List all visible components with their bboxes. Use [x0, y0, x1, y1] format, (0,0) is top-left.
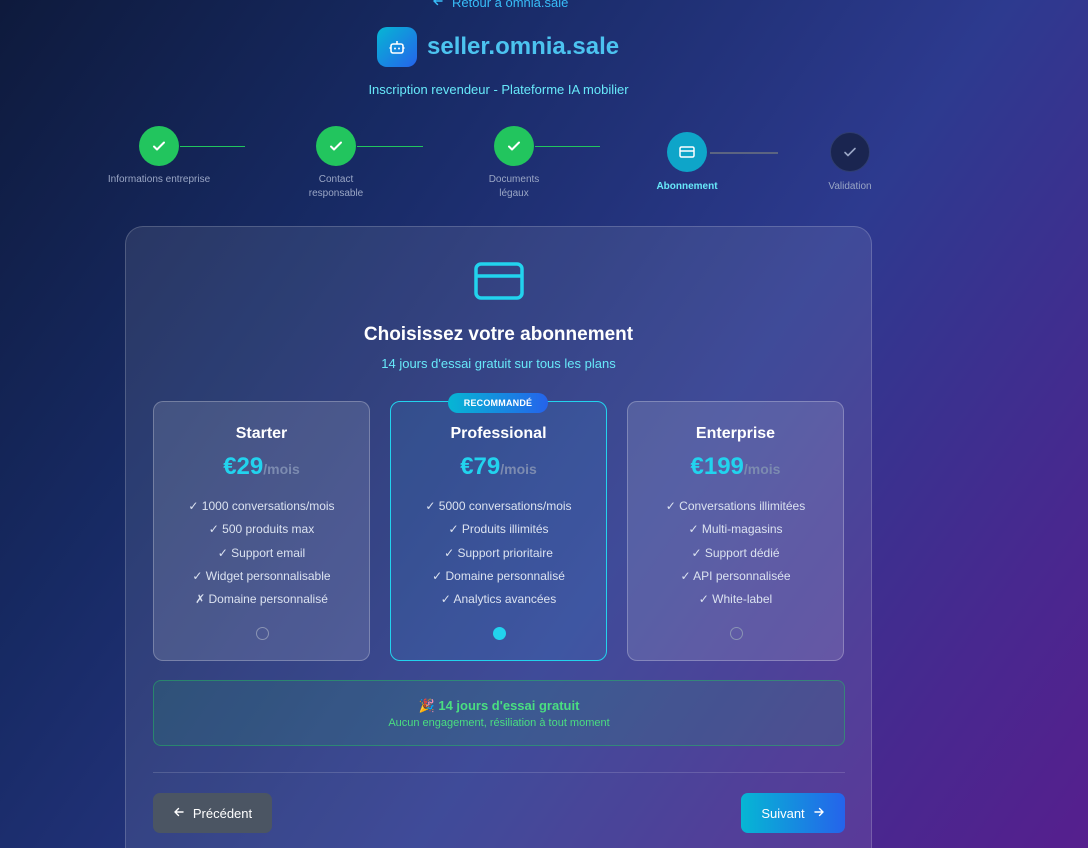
plan-price: €79/mois — [391, 453, 606, 481]
recommended-badge: RECOMMANDÉ — [448, 393, 548, 413]
plan-starter[interactable]: Starter €29/mois ✓ 1000 conversations/mo… — [153, 401, 370, 661]
step-validation: Validation — [795, 132, 905, 194]
previous-button[interactable]: Précédent — [153, 793, 272, 833]
plan-name: Starter — [235, 425, 288, 442]
step-informations: Informations entreprise — [104, 126, 214, 187]
plan-price: €199/mois — [628, 453, 843, 481]
plan-features: ✓ 1000 conversations/mois ✓ 500 produits… — [154, 499, 369, 615]
step-label: Informations entreprise — [107, 174, 211, 185]
check-icon — [139, 126, 179, 166]
credit-card-icon — [473, 261, 525, 306]
plan-price-amount: €199 — [690, 453, 744, 480]
plan-price: €29/mois — [154, 453, 369, 481]
plan-feature: ✓ API personnalisée — [680, 568, 791, 583]
plan-feature: ✓ Domaine personnalisé — [432, 568, 565, 583]
plan-price-amount: €29 — [223, 453, 264, 480]
plan-price-period: /mois — [743, 461, 781, 477]
divider — [153, 772, 845, 773]
plan-price-amount: €79 — [460, 453, 501, 480]
plan-enterprise[interactable]: Enterprise €199/mois ✓ Conversations ill… — [627, 401, 844, 661]
plan-feature: ✓ Support prioritaire — [444, 545, 553, 560]
robot-icon — [377, 27, 417, 67]
step-label: Documents légaux — [488, 174, 540, 199]
plan-feature: ✓ Support email — [217, 545, 306, 560]
next-button[interactable]: Suivant — [741, 793, 845, 833]
trial-banner: 🎉 14 jours d'essai gratuit Aucun engagem… — [153, 680, 845, 746]
credit-card-icon — [667, 132, 707, 172]
plan-price-period: /mois — [263, 461, 300, 477]
check-icon — [830, 132, 870, 172]
plan-name: Professional — [450, 425, 547, 442]
plan-feature: ✓ 500 produits max — [208, 522, 315, 537]
next-button-label: Suivant — [761, 805, 805, 821]
plan-feature: ✓ Widget personnalisable — [192, 568, 331, 583]
arrow-right-icon — [813, 806, 825, 821]
plan-price-period: /mois — [500, 461, 537, 477]
step-contact: Contact responsable — [281, 126, 391, 201]
plan-feature: ✓ Support dédié — [691, 545, 780, 560]
back-link[interactable]: Retour à omnia.sale — [432, 0, 568, 10]
arrow-left-icon — [432, 0, 444, 10]
plan-feature: ✓ 5000 conversations/mois — [425, 499, 572, 513]
plan-feature: ✗ Domaine personnalisé — [195, 592, 328, 607]
step-documents: Documents légaux — [459, 126, 569, 201]
card-subtitle: 14 jours d'essai gratuit sur tous les pl… — [381, 356, 616, 371]
plan-feature: ✓ Multi-magasins — [688, 522, 783, 537]
plan-professional[interactable]: RECOMMANDÉ Professional €79/mois ✓ 5000 … — [390, 393, 607, 661]
brand-name: seller.omnia.sale — [427, 33, 620, 60]
plan-features: ✓ Conversations illimitées ✓ Multi-magas… — [628, 499, 843, 615]
plan-radio[interactable] — [256, 627, 269, 640]
step-label: Abonnement — [656, 181, 718, 192]
brand: seller.omnia.sale — [377, 27, 619, 67]
previous-button-label: Précédent — [192, 805, 253, 821]
step-label: Contact responsable — [308, 174, 364, 199]
plan-features: ✓ 5000 conversations/mois ✓ Produits ill… — [391, 499, 606, 615]
back-link-label: Retour à omnia.sale — [452, 0, 569, 10]
step-abonnement: Abonnement — [632, 132, 742, 194]
plan-radio[interactable] — [730, 627, 743, 640]
plan-feature: ✓ 1000 conversations/mois — [188, 499, 335, 513]
plan-feature: ✓ Conversations illimitées — [665, 499, 806, 513]
step-label: Validation — [828, 181, 872, 192]
plan-feature: ✓ Produits illimités — [448, 522, 549, 537]
plan-feature: ✓ Analytics avancées — [440, 592, 557, 607]
trial-title: 🎉 14 jours d'essai gratuit — [418, 698, 580, 713]
arrow-left-icon — [173, 806, 185, 821]
plan-feature: ✓ White-label — [698, 592, 773, 607]
check-icon — [494, 126, 534, 166]
check-icon — [316, 126, 356, 166]
subscription-card: Choisissez votre abonnement 14 jours d'e… — [125, 226, 872, 848]
card-title: Choisissez votre abonnement — [363, 324, 634, 345]
plan-radio[interactable] — [493, 627, 506, 640]
page-subtitle: Inscription revendeur - Plateforme IA mo… — [368, 82, 629, 97]
trial-subtitle: Aucun engagement, résiliation à tout mom… — [388, 717, 610, 729]
plan-name: Enterprise — [695, 425, 776, 442]
